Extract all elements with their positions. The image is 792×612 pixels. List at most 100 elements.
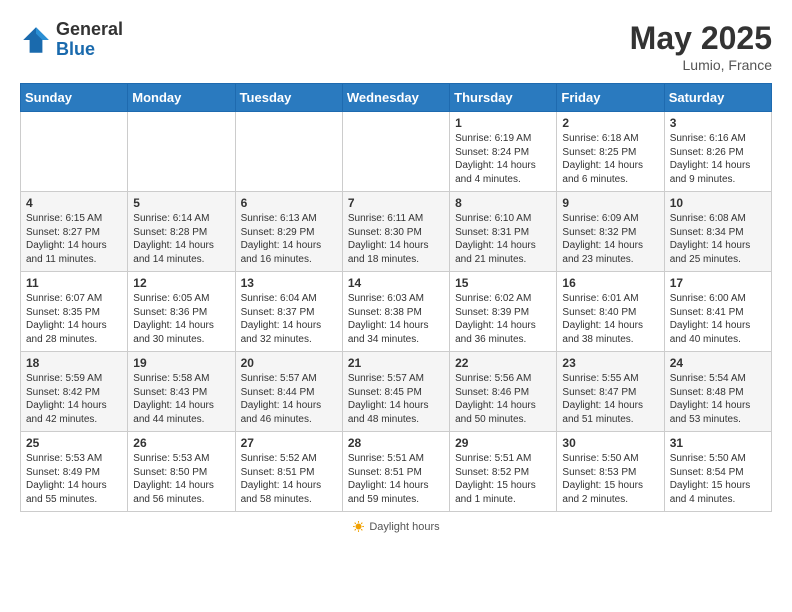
day-number: 10 — [670, 196, 766, 210]
day-number: 29 — [455, 436, 551, 450]
day-info: Sunrise: 5:58 AM Sunset: 8:43 PM Dayligh… — [133, 372, 229, 426]
calendar-cell: 23 Sunrise: 5:55 AM Sunset: 8:47 PM Dayli… — [557, 352, 664, 432]
day-number: 20 — [241, 356, 337, 370]
day-number: 12 — [133, 276, 229, 290]
day-info: Sunrise: 5:59 AM Sunset: 8:42 PM Dayligh… — [26, 372, 122, 426]
calendar-cell — [342, 112, 449, 192]
day-header-saturday: Saturday — [664, 84, 771, 112]
day-header-tuesday: Tuesday — [235, 84, 342, 112]
day-info: Sunrise: 6:03 AM Sunset: 8:38 PM Dayligh… — [348, 292, 444, 346]
calendar-cell: 5 Sunrise: 6:14 AM Sunset: 8:28 PM Daylig… — [128, 192, 235, 272]
day-info: Sunrise: 6:00 AM Sunset: 8:41 PM Dayligh… — [670, 292, 766, 346]
day-info: Sunrise: 5:56 AM Sunset: 8:46 PM Dayligh… — [455, 372, 551, 426]
header: General Blue May 2025 Lumio, France — [20, 20, 772, 73]
calendar-cell: 12 Sunrise: 6:05 AM Sunset: 8:36 PM Dayli… — [128, 272, 235, 352]
day-info: Sunrise: 5:52 AM Sunset: 8:51 PM Dayligh… — [241, 452, 337, 506]
calendar-cell: 19 Sunrise: 5:58 AM Sunset: 8:43 PM Dayli… — [128, 352, 235, 432]
calendar-cell — [235, 112, 342, 192]
day-number: 25 — [26, 436, 122, 450]
calendar-cell: 7 Sunrise: 6:11 AM Sunset: 8:30 PM Daylig… — [342, 192, 449, 272]
calendar-cell: 14 Sunrise: 6:03 AM Sunset: 8:38 PM Dayli… — [342, 272, 449, 352]
day-info: Sunrise: 5:57 AM Sunset: 8:44 PM Dayligh… — [241, 372, 337, 426]
day-info: Sunrise: 5:53 AM Sunset: 8:49 PM Dayligh… — [26, 452, 122, 506]
day-number: 3 — [670, 116, 766, 130]
calendar-cell: 28 Sunrise: 5:51 AM Sunset: 8:51 PM Dayli… — [342, 432, 449, 512]
day-number: 17 — [670, 276, 766, 290]
calendar-cell: 15 Sunrise: 6:02 AM Sunset: 8:39 PM Dayli… — [450, 272, 557, 352]
calendar-table: SundayMondayTuesdayWednesdayThursdayFrid… — [20, 83, 772, 512]
calendar-cell: 16 Sunrise: 6:01 AM Sunset: 8:40 PM Dayli… — [557, 272, 664, 352]
day-number: 5 — [133, 196, 229, 210]
day-number: 28 — [348, 436, 444, 450]
day-info: Sunrise: 6:05 AM Sunset: 8:36 PM Dayligh… — [133, 292, 229, 346]
day-info: Sunrise: 5:57 AM Sunset: 8:45 PM Dayligh… — [348, 372, 444, 426]
day-info: Sunrise: 5:54 AM Sunset: 8:48 PM Dayligh… — [670, 372, 766, 426]
day-header-friday: Friday — [557, 84, 664, 112]
day-number: 24 — [670, 356, 766, 370]
day-info: Sunrise: 6:14 AM Sunset: 8:28 PM Dayligh… — [133, 212, 229, 266]
day-number: 9 — [562, 196, 658, 210]
calendar-cell: 20 Sunrise: 5:57 AM Sunset: 8:44 PM Dayli… — [235, 352, 342, 432]
calendar-cell: 8Sunrise: 6:10 AM Sunset: 8:31 PM Daylig… — [450, 192, 557, 272]
day-info: Sunrise: 6:15 AM Sunset: 8:27 PM Dayligh… — [26, 212, 122, 266]
calendar-cell: 22Sunrise: 5:56 AM Sunset: 8:46 PM Dayli… — [450, 352, 557, 432]
location: Lumio, France — [630, 57, 772, 73]
day-header-monday: Monday — [128, 84, 235, 112]
daylight-footer: Daylight hours — [352, 520, 439, 533]
day-info: Sunrise: 6:11 AM Sunset: 8:30 PM Dayligh… — [348, 212, 444, 266]
day-info: Sunrise: 6:04 AM Sunset: 8:37 PM Dayligh… — [241, 292, 337, 346]
logo-text: General Blue — [56, 20, 123, 60]
day-info: Sunrise: 5:55 AM Sunset: 8:47 PM Dayligh… — [562, 372, 658, 426]
calendar-cell: 30 Sunrise: 5:50 AM Sunset: 8:53 PM Dayli… — [557, 432, 664, 512]
sun-icon — [352, 520, 365, 533]
calendar-cell — [21, 112, 128, 192]
calendar-cell — [128, 112, 235, 192]
day-number: 31 — [670, 436, 766, 450]
page-container: General Blue May 2025 Lumio, France Sund… — [20, 20, 772, 536]
day-number: 30 — [562, 436, 658, 450]
calendar-cell: 24 Sunrise: 5:54 AM Sunset: 8:48 PM Dayli… — [664, 352, 771, 432]
day-number: 16 — [562, 276, 658, 290]
day-number: 26 — [133, 436, 229, 450]
calendar-cell: 26 Sunrise: 5:53 AM Sunset: 8:50 PM Dayli… — [128, 432, 235, 512]
day-info: Sunrise: 5:53 AM Sunset: 8:50 PM Dayligh… — [133, 452, 229, 506]
day-info: Sunrise: 6:18 AM Sunset: 8:25 PM Dayligh… — [562, 132, 658, 186]
logo-general-text: General — [56, 20, 123, 40]
day-number: 27 — [241, 436, 337, 450]
calendar-week-5: 25 Sunrise: 5:53 AM Sunset: 8:49 PM Dayli… — [21, 432, 772, 512]
day-number: 14 — [348, 276, 444, 290]
calendar-cell: 27 Sunrise: 5:52 AM Sunset: 8:51 PM Dayli… — [235, 432, 342, 512]
calendar-cell: 3 Sunrise: 6:16 AM Sunset: 8:26 PM Daylig… — [664, 112, 771, 192]
day-info: Sunrise: 5:50 AM Sunset: 8:53 PM Dayligh… — [562, 452, 658, 506]
day-info: Sunrise: 6:13 AM Sunset: 8:29 PM Dayligh… — [241, 212, 337, 266]
day-info: Sunrise: 5:50 AM Sunset: 8:54 PM Dayligh… — [670, 452, 766, 506]
day-info: Sunrise: 6:09 AM Sunset: 8:32 PM Dayligh… — [562, 212, 658, 266]
title-block: May 2025 Lumio, France — [630, 20, 772, 73]
day-number: 23 — [562, 356, 658, 370]
day-info: Sunrise: 6:02 AM Sunset: 8:39 PM Dayligh… — [455, 292, 551, 346]
day-info: Sunrise: 6:16 AM Sunset: 8:26 PM Dayligh… — [670, 132, 766, 186]
calendar-cell: 21Sunrise: 5:57 AM Sunset: 8:45 PM Dayli… — [342, 352, 449, 432]
day-number: 13 — [241, 276, 337, 290]
calendar-cell: 17 Sunrise: 6:00 AM Sunset: 8:41 PM Dayli… — [664, 272, 771, 352]
day-header-wednesday: Wednesday — [342, 84, 449, 112]
day-number: 7 — [348, 196, 444, 210]
day-info: Sunrise: 6:08 AM Sunset: 8:34 PM Dayligh… — [670, 212, 766, 266]
calendar-cell: 31 Sunrise: 5:50 AM Sunset: 8:54 PM Dayli… — [664, 432, 771, 512]
day-number: 19 — [133, 356, 229, 370]
day-info: Sunrise: 6:01 AM Sunset: 8:40 PM Dayligh… — [562, 292, 658, 346]
day-number: 8 — [455, 196, 551, 210]
calendar-week-4: 18Sunrise: 5:59 AM Sunset: 8:42 PM Dayli… — [21, 352, 772, 432]
calendar-week-3: 11Sunrise: 6:07 AM Sunset: 8:35 PM Dayli… — [21, 272, 772, 352]
day-info: Sunrise: 6:19 AM Sunset: 8:24 PM Dayligh… — [455, 132, 551, 186]
day-header-sunday: Sunday — [21, 84, 128, 112]
day-number: 15 — [455, 276, 551, 290]
day-info: Sunrise: 5:51 AM Sunset: 8:51 PM Dayligh… — [348, 452, 444, 506]
calendar-cell: 6Sunrise: 6:13 AM Sunset: 8:29 PM Daylig… — [235, 192, 342, 272]
logo-icon — [20, 24, 52, 56]
day-number: 11 — [26, 276, 122, 290]
daylight-label: Daylight hours — [369, 521, 439, 533]
logo-blue-text: Blue — [56, 40, 123, 60]
day-header-thursday: Thursday — [450, 84, 557, 112]
calendar-cell: 29Sunrise: 5:51 AM Sunset: 8:52 PM Dayli… — [450, 432, 557, 512]
